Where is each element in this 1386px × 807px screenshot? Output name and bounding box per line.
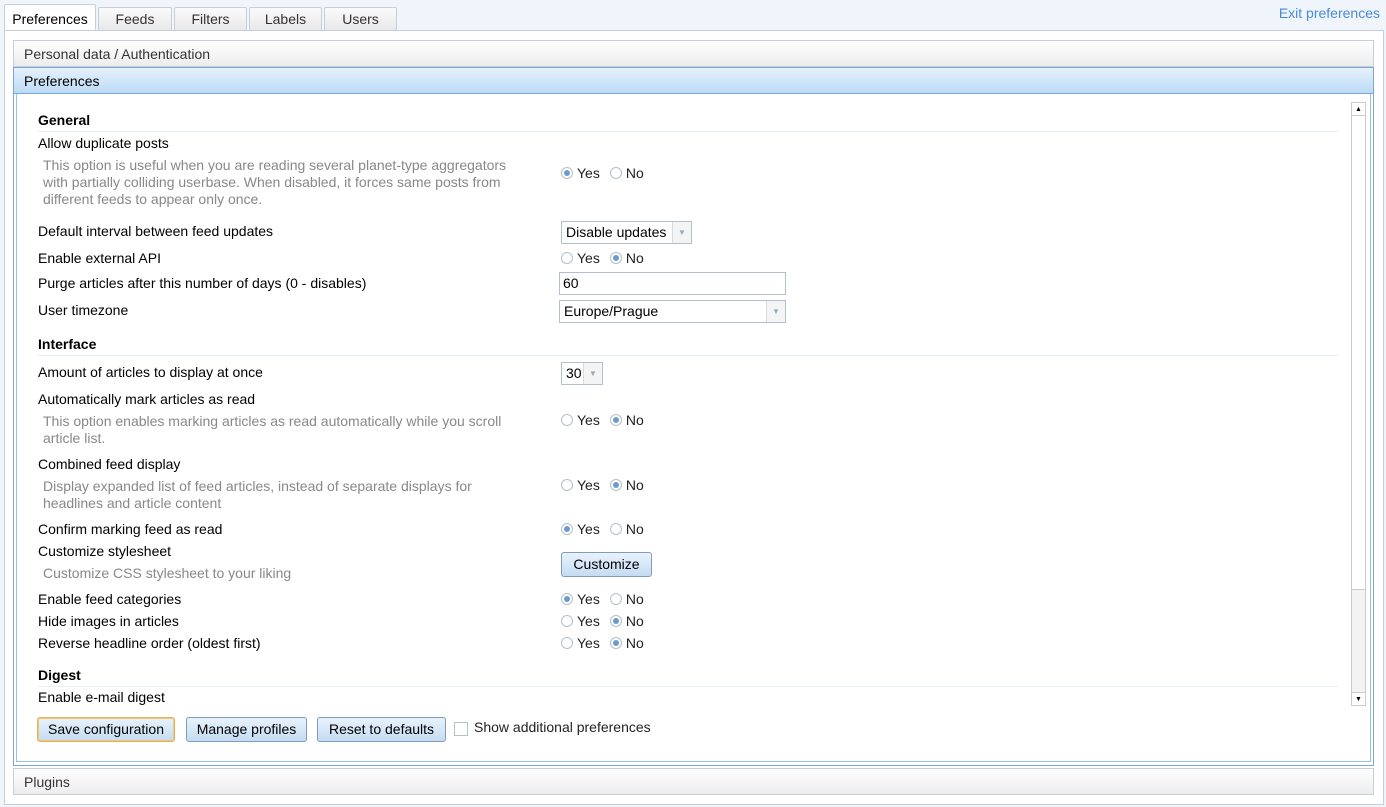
radio-no[interactable]	[609, 637, 622, 649]
radio-label-yes: Yes	[577, 250, 600, 266]
api-radio[interactable]: Yes No	[561, 250, 650, 266]
interval-label: Default interval between feed updates	[38, 223, 274, 239]
radio-label-no: No	[625, 521, 644, 537]
customize-button[interactable]: Customize	[561, 552, 652, 577]
combined-desc: Display expanded list of feed articles, …	[43, 478, 472, 494]
timezone-select[interactable]: Europe/Prague ▼	[559, 300, 786, 323]
amount-label: Amount of articles to display at once	[38, 364, 263, 380]
section-divider	[38, 686, 1338, 687]
purge-input[interactable]: 60	[559, 272, 786, 295]
scrollbar[interactable]: ▲ ▼	[1351, 102, 1366, 706]
show-additional-label: Show additional preferences	[474, 719, 651, 735]
radio-no[interactable]	[609, 523, 622, 535]
radio-yes[interactable]	[561, 593, 573, 605]
combined-desc: headlines and article content	[43, 495, 222, 511]
allow-duplicate-desc: with partially colliding userbase. When …	[43, 174, 501, 190]
radio-label-yes: Yes	[577, 412, 600, 428]
radio-label-yes: Yes	[577, 613, 600, 629]
radio-label-no: No	[625, 412, 644, 428]
automark-desc: article list.	[43, 430, 106, 446]
scroll-up-icon[interactable]: ▲	[1352, 103, 1365, 116]
hide-images-label: Hide images in articles	[38, 613, 179, 629]
section-divider	[38, 355, 1338, 356]
amount-select-value: 30	[566, 365, 582, 381]
reverse-label: Reverse headline order (oldest first)	[38, 635, 261, 651]
section-general: General	[38, 112, 91, 128]
show-additional-checkbox[interactable]	[454, 722, 468, 736]
reverse-radio[interactable]: Yes No	[561, 635, 650, 651]
radio-label-no: No	[625, 613, 644, 629]
digest-enable-label: Enable e-mail digest	[38, 689, 165, 705]
confirm-label: Confirm marking feed as read	[38, 521, 223, 537]
hide-images-radio[interactable]: Yes No	[561, 613, 650, 629]
radio-label-yes: Yes	[577, 165, 600, 181]
radio-no[interactable]	[609, 414, 622, 426]
chevron-down-icon[interactable]: ▼	[766, 301, 785, 322]
api-label: Enable external API	[38, 250, 161, 266]
tab-labels[interactable]: Labels	[249, 7, 322, 31]
radio-no[interactable]	[609, 479, 622, 491]
radio-yes[interactable]	[561, 637, 573, 649]
radio-yes[interactable]	[561, 523, 573, 535]
chevron-down-icon[interactable]: ▼	[583, 363, 602, 384]
radio-no[interactable]	[609, 252, 622, 264]
radio-label-yes: Yes	[577, 477, 600, 493]
timezone-label: User timezone	[38, 302, 129, 318]
section-digest: Digest	[38, 667, 81, 683]
scroll-down-icon[interactable]: ▼	[1352, 692, 1365, 705]
tab-filters[interactable]: Filters	[174, 7, 247, 31]
radio-label-no: No	[625, 250, 644, 266]
radio-label-no: No	[625, 591, 644, 607]
allow-duplicate-desc: different feeds to appear only once.	[43, 191, 263, 207]
section-interface: Interface	[38, 336, 97, 352]
allow-duplicate-radio[interactable]: Yes No	[561, 165, 650, 181]
automark-label: Automatically mark articles as read	[38, 391, 256, 407]
radio-label-no: No	[625, 165, 644, 181]
radio-no[interactable]	[609, 593, 622, 605]
css-desc: Customize CSS stylesheet to your liking	[43, 565, 292, 581]
reset-to-defaults-button[interactable]: Reset to defaults	[317, 717, 446, 742]
timezone-select-value: Europe/Prague	[564, 303, 659, 319]
css-label: Customize stylesheet	[38, 543, 172, 559]
tab-preferences[interactable]: Preferences	[4, 4, 96, 31]
radio-label-yes: Yes	[577, 521, 600, 537]
interval-select-value: Disable updates	[566, 224, 667, 240]
radio-label-no: No	[625, 635, 644, 651]
save-configuration-button[interactable]: Save configuration	[37, 717, 175, 742]
radio-label-no: No	[625, 477, 644, 493]
radio-no[interactable]	[609, 615, 622, 627]
tab-feeds[interactable]: Feeds	[98, 7, 172, 31]
exit-preferences-link[interactable]: Exit preferences	[1279, 5, 1380, 21]
radio-label-yes: Yes	[577, 591, 600, 607]
allow-duplicate-label: Allow duplicate posts	[38, 135, 169, 151]
radio-yes[interactable]	[561, 167, 573, 179]
radio-yes[interactable]	[561, 252, 573, 264]
section-divider	[38, 131, 1338, 132]
accordion-preferences[interactable]: Preferences	[13, 67, 1374, 94]
confirm-radio[interactable]: Yes No	[561, 521, 650, 537]
preferences-form: General Allow duplicate posts This option …	[17, 102, 1363, 706]
radio-label-yes: Yes	[577, 635, 600, 651]
combined-radio[interactable]: Yes No	[561, 477, 650, 493]
radio-yes[interactable]	[561, 615, 573, 627]
automark-radio[interactable]: Yes No	[561, 412, 650, 428]
categories-label: Enable feed categories	[38, 591, 182, 607]
combined-label: Combined feed display	[38, 456, 181, 472]
categories-radio[interactable]: Yes No	[561, 591, 650, 607]
interval-select[interactable]: Disable updates ▼	[561, 221, 692, 244]
scrollbar-thumb[interactable]	[1352, 116, 1365, 590]
purge-label: Purge articles after this number of days…	[38, 275, 367, 291]
manage-profiles-button[interactable]: Manage profiles	[186, 717, 307, 742]
radio-yes[interactable]	[561, 479, 573, 491]
chevron-down-icon[interactable]: ▼	[672, 222, 691, 243]
accordion-plugins[interactable]: Plugins	[13, 768, 1374, 795]
accordion-personal-data[interactable]: Personal data / Authentication	[13, 40, 1374, 67]
radio-yes[interactable]	[561, 414, 573, 426]
preferences-body: General Allow duplicate posts This option …	[13, 94, 1374, 766]
allow-duplicate-desc: This option is useful when you are readi…	[43, 157, 507, 173]
automark-desc: This option enables marking articles as …	[43, 413, 502, 429]
tab-users[interactable]: Users	[324, 7, 397, 31]
amount-select[interactable]: 30 ▼	[561, 362, 603, 385]
radio-no[interactable]	[609, 167, 622, 179]
